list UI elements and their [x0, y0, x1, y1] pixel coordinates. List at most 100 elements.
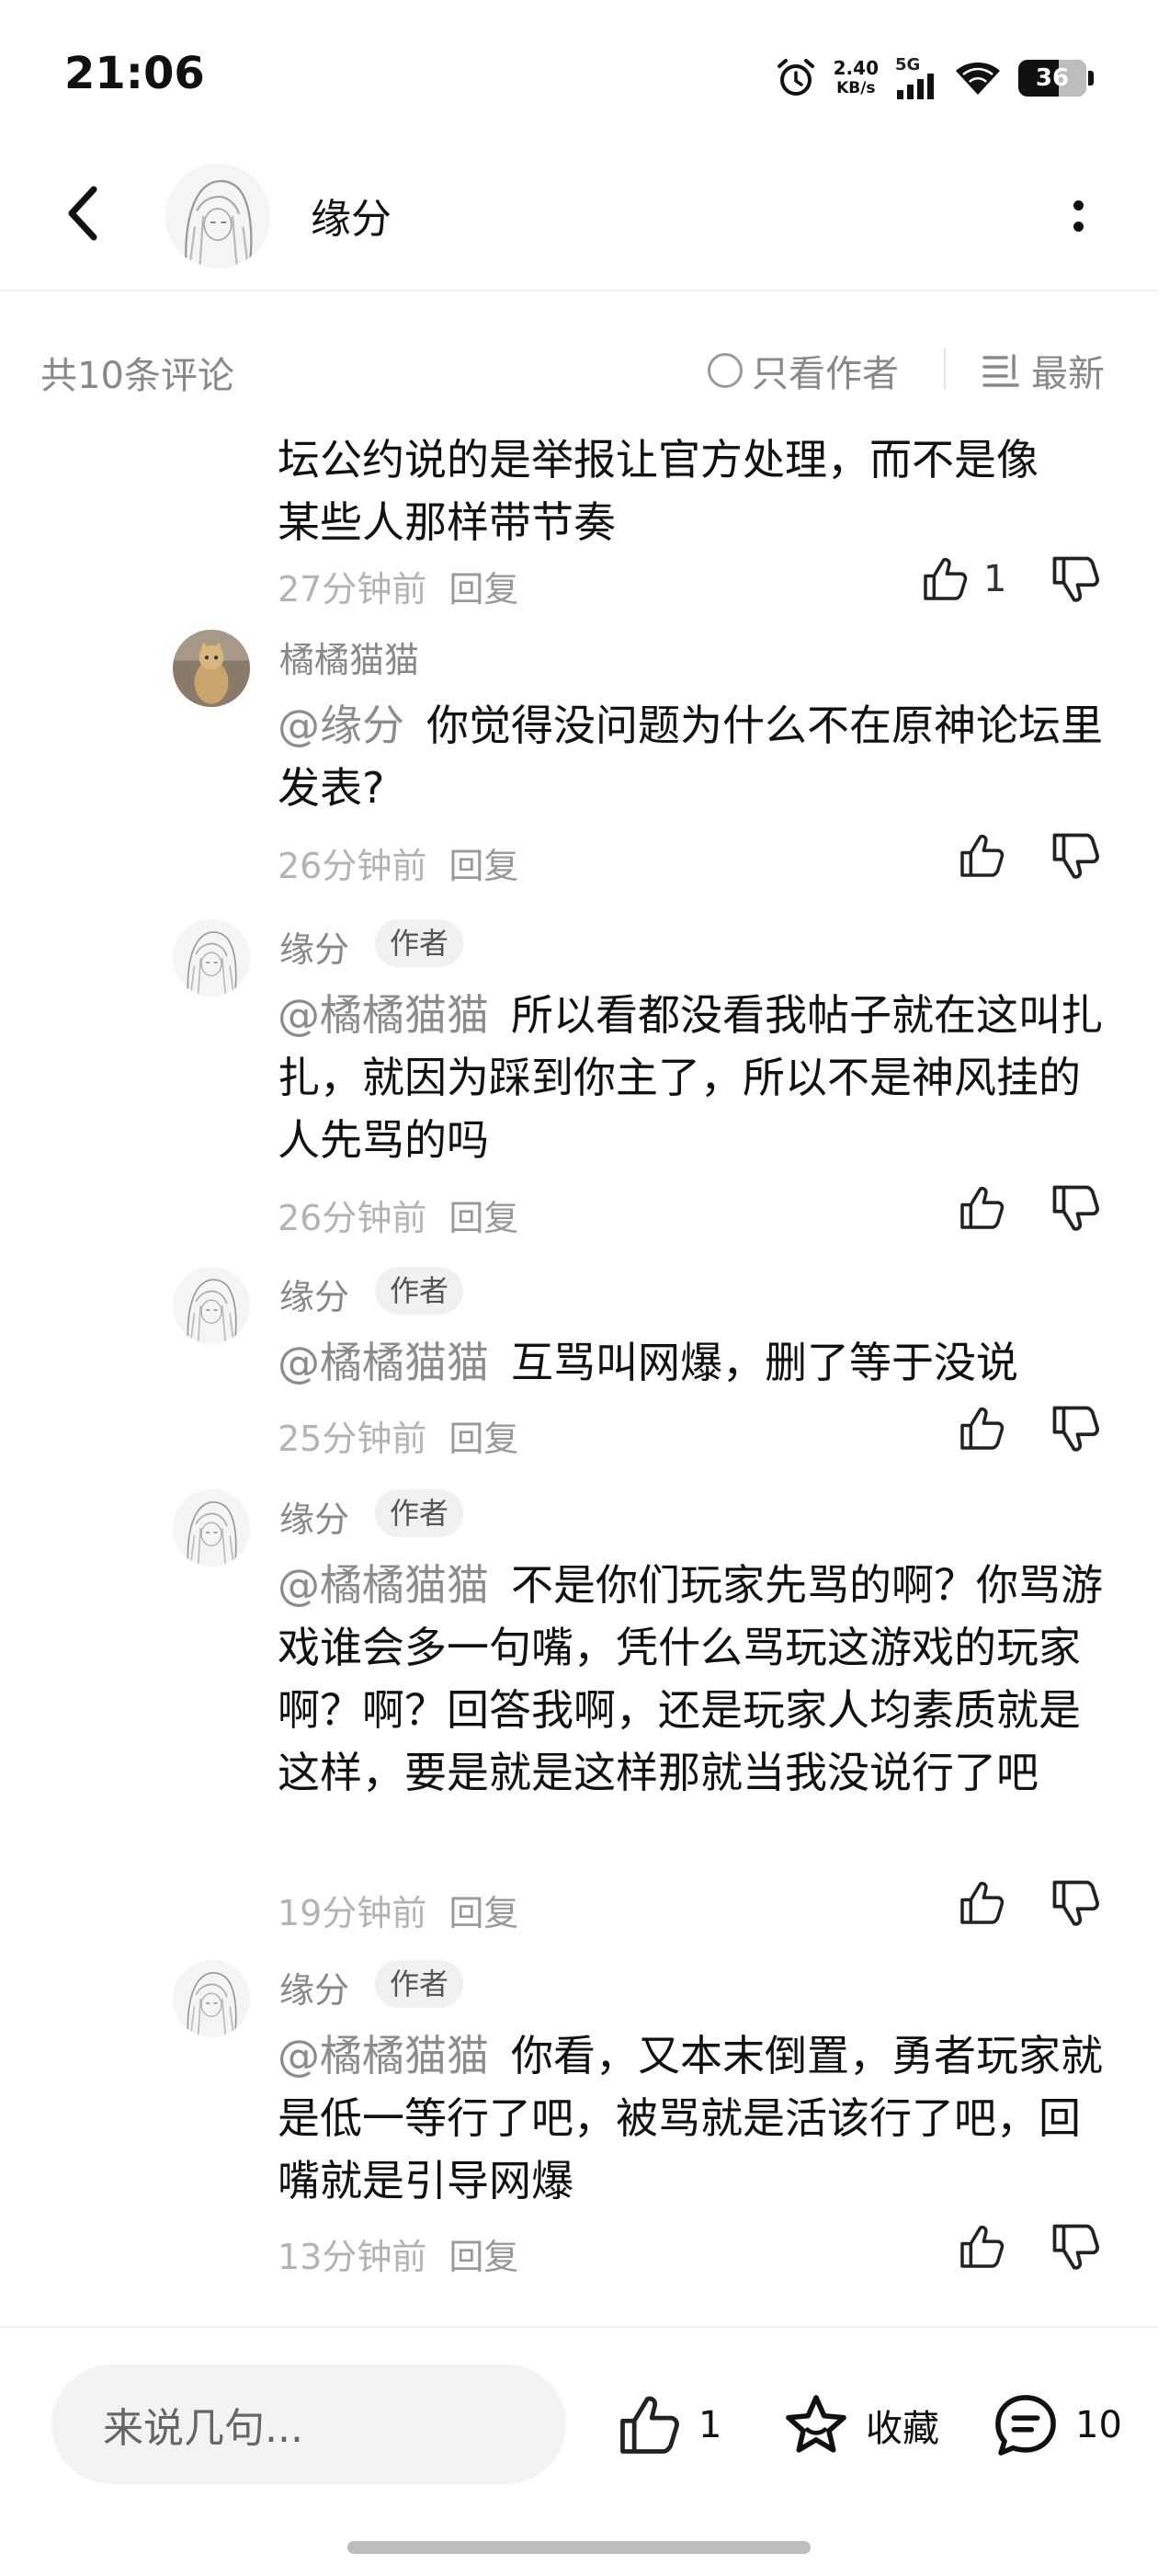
comment-author-name[interactable]: 橘橘猫猫 [279, 632, 419, 682]
page-title[interactable]: 缘分 [311, 186, 392, 245]
mention-link[interactable]: @橘橘猫猫 [278, 2031, 489, 2080]
thumb-up-icon [614, 2390, 684, 2460]
reply-button[interactable]: 回复 [448, 1198, 518, 1238]
comment-body: @橘橘猫猫 不是你们玩家先骂的啊？你骂游戏谁会多一句嘴，凭什么骂玩这游戏的玩家啊？… [278, 1554, 1105, 1804]
mention-link[interactable]: @橘橘猫猫 [278, 990, 489, 1040]
comment-body: @橘橘猫猫 所以看都没看我帖子就在这叫扎扎，就因为踩到你主了，所以不是神风挂的人先… [278, 984, 1105, 1171]
status-icons: 2.40 KB/s 5G 36 [775, 51, 1094, 106]
comment-time: 25分钟前 [278, 1419, 427, 1459]
post-like-count: 1 [698, 2404, 722, 2446]
comment-author-name[interactable]: 缘分 [279, 1491, 349, 1542]
thumb-up-icon [956, 1877, 1007, 1929]
like-button[interactable] [956, 1875, 1007, 1931]
thumb-down-icon [1048, 2219, 1103, 2274]
comment-time: 26分钟前 [278, 846, 427, 886]
radio-circle-icon [708, 353, 743, 388]
avatar[interactable] [173, 919, 250, 997]
battery-body: 36 [1018, 60, 1086, 97]
header: 缘分 [0, 147, 1158, 291]
battery-text: 36 [1035, 64, 1070, 92]
home-indicator[interactable] [347, 2541, 811, 2554]
reply-button[interactable]: 回复 [448, 569, 518, 610]
like-button[interactable]: 1 [919, 552, 1006, 607]
dislike-button[interactable] [1048, 1875, 1103, 1931]
comment-item: 缘分 作者 @橘橘猫猫 不是你们玩家先骂的啊？你骂游戏谁会多一句嘴，凭什么骂玩这游… [0, 1489, 1158, 1949]
mention-link[interactable]: @橘橘猫猫 [278, 1338, 489, 1387]
comment-item: 坛公约说的是举报让官方处理，而不是像 某些人那样带节奏 27分钟前 回复 1 [0, 423, 1158, 610]
only-author-label: 只看作者 [752, 353, 899, 395]
signal-bars-icon [897, 74, 934, 99]
avatar-image [173, 919, 250, 997]
like-button[interactable] [956, 1401, 1007, 1456]
comment-list: 坛公约说的是举报让官方处理，而不是像 某些人那样带节奏 27分钟前 回复 1 橘橘… [0, 423, 1158, 2326]
favorite-label: 收藏 [866, 2408, 939, 2450]
avatar[interactable] [173, 1267, 250, 1344]
avatar[interactable] [173, 630, 250, 707]
comment-body: @橘橘猫猫 互骂叫网爆，删了等于没说 [278, 1331, 1105, 1394]
avatar-image [173, 1267, 250, 1344]
avatar[interactable] [173, 1960, 250, 2037]
sort-button[interactable]: 最新 [982, 344, 1105, 397]
dislike-button[interactable] [1048, 1401, 1103, 1456]
battery-icon: 36 [1018, 60, 1094, 97]
reply-button[interactable]: 回复 [448, 846, 518, 886]
comment-body: @缘分 你觉得没问题为什么不在原神论坛里发表? [278, 694, 1105, 819]
favorite-button[interactable]: 收藏 [781, 2390, 939, 2460]
net-speed-value: 2.40 [833, 57, 879, 79]
avatar-image [173, 1960, 250, 2037]
sort-icon [982, 354, 1019, 387]
thumb-down-icon [1048, 1875, 1103, 1931]
like-button[interactable] [956, 1180, 1007, 1236]
more-dot [1073, 200, 1084, 211]
dislike-button[interactable] [1048, 1180, 1103, 1236]
mention-link[interactable]: @缘分 [278, 701, 404, 750]
comment-text: 互骂叫网爆，删了等于没说 [511, 1338, 1018, 1387]
like-button[interactable] [956, 2219, 1007, 2274]
status-bar: 21:06 2.40 KB/s 5G 36 [0, 0, 1158, 138]
avatar[interactable] [173, 1489, 250, 1567]
comment-line: 某些人那样带节奏 [278, 497, 616, 547]
bottom-action-bar: 来说几句... 1 收藏 10 [0, 2326, 1158, 2576]
comment-input[interactable]: 来说几句... [51, 2365, 566, 2484]
thumb-up-icon [956, 2221, 1007, 2273]
more-button[interactable] [1064, 184, 1092, 248]
thumb-up-icon [956, 830, 1007, 882]
mention-link[interactable]: @橘橘猫猫 [278, 1560, 489, 1610]
comment-author-name[interactable]: 缘分 [279, 1269, 349, 1319]
net-speed-unit: KB/s [836, 79, 876, 97]
thumb-down-icon [1048, 552, 1103, 607]
reply-button[interactable]: 回复 [448, 1419, 518, 1459]
like-count: 1 [983, 558, 1007, 600]
sort-label: 最新 [1031, 353, 1105, 395]
avatar[interactable] [165, 164, 270, 268]
comment-meta: 25分钟前 回复 [278, 1410, 518, 1461]
comment-author-name[interactable]: 缘分 [279, 1962, 349, 2012]
comment-item: 缘分 作者 @橘橘猫猫 所以看都没看我帖子就在这叫扎扎，就因为踩到你主了，所以不是… [0, 919, 1158, 1250]
more-dot [1073, 222, 1084, 232]
reply-button[interactable]: 回复 [448, 2237, 518, 2277]
divider [944, 348, 946, 390]
network-type: 5G [895, 55, 921, 74]
dislike-button[interactable] [1048, 2219, 1103, 2274]
author-badge: 作者 [375, 1267, 464, 1315]
comment-count: 共10条评论 [40, 355, 234, 397]
comment-meta: 27分钟前 回复 [278, 561, 518, 611]
wifi-icon [956, 63, 1000, 95]
comment-item: 缘分 作者 @橘橘猫猫 你看，又本末倒置，勇者玩家就是低一等行了吧，被骂就是活该行… [0, 1960, 1158, 2300]
comments-button[interactable]: 10 [991, 2390, 1122, 2460]
back-button[interactable] [55, 177, 110, 250]
avatar-image [173, 630, 250, 707]
alarm-icon [777, 59, 814, 96]
comment-author-name[interactable]: 缘分 [279, 921, 349, 972]
reply-button[interactable]: 回复 [448, 1893, 518, 1933]
only-author-toggle[interactable]: 只看作者 [708, 344, 899, 397]
post-like-button[interactable]: 1 [614, 2390, 721, 2460]
dislike-button[interactable] [1048, 828, 1103, 883]
like-button[interactable] [956, 828, 1007, 883]
thumb-down-icon [1048, 1180, 1103, 1236]
comment-time: 27分钟前 [278, 569, 427, 610]
dislike-button[interactable] [1048, 552, 1103, 607]
comment-item: 缘分 作者 @橘橘猫猫 互骂叫网爆，删了等于没说 25分钟前 回复 [0, 1267, 1158, 1478]
comment-body: @橘橘猫猫 你看，又本末倒置，勇者玩家就是低一等行了吧，被骂就是活该行了吧，回嘴就… [278, 2024, 1105, 2212]
comments-count: 10 [1075, 2404, 1122, 2446]
